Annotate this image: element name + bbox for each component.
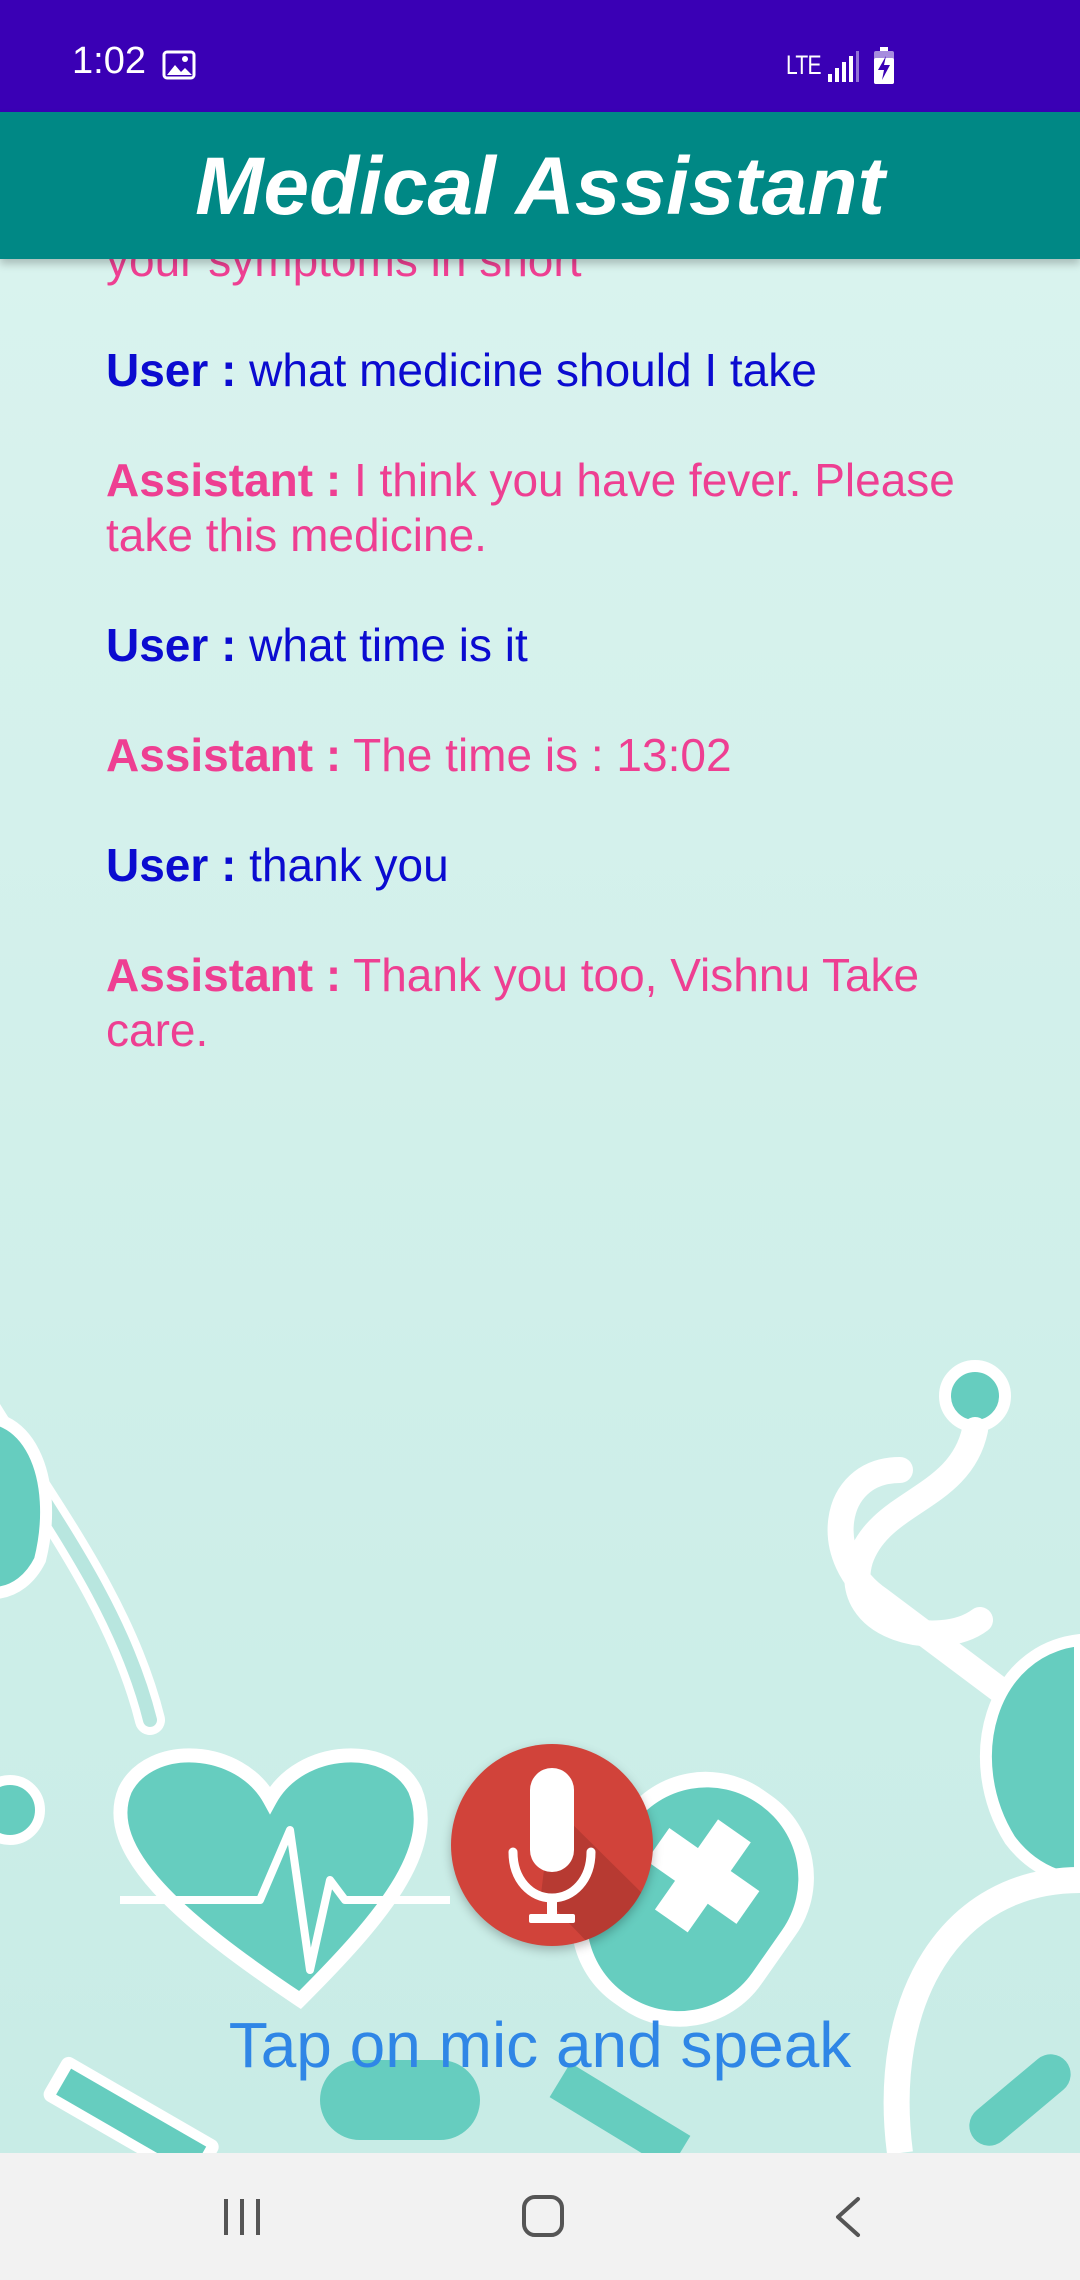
message-text: thank you <box>249 839 449 891</box>
mic-button[interactable] <box>451 1744 653 1946</box>
partial-message: your symptoms in short <box>106 259 582 286</box>
status-bar: 1:02 LTE <box>0 0 1080 112</box>
message-text: what medicine should I take <box>249 344 817 396</box>
message-user: User : what medicine should I take <box>106 343 986 398</box>
speaker-label: Assistant : <box>106 949 342 1001</box>
signal-icon <box>828 51 859 82</box>
status-time: 1:02 <box>72 40 146 82</box>
message-text: The time is : 13:02 <box>353 729 732 781</box>
message-assistant: Assistant : I think you have fever. Plea… <box>106 453 986 563</box>
recent-apps-button[interactable] <box>162 2153 322 2280</box>
recent-apps-icon <box>224 2199 260 2235</box>
speaker-label: Assistant : <box>106 454 342 506</box>
back-button[interactable] <box>766 2153 926 2280</box>
gallery-icon <box>162 50 196 80</box>
message-assistant: Assistant : Thank you too, Vishnu Take c… <box>106 948 986 1058</box>
navigation-bar <box>0 2153 1080 2280</box>
app-title: Medical Assistant <box>195 141 885 232</box>
message-user: User : thank you <box>106 838 986 893</box>
message-user: User : what time is it <box>106 618 986 673</box>
home-button[interactable] <box>464 2153 624 2280</box>
speaker-label: User : <box>106 619 237 671</box>
app-screen: 1:02 LTE Medical Assistant your symptoms… <box>0 0 1080 2280</box>
speaker-label: User : <box>106 839 237 891</box>
message-assistant: Assistant : The time is : 13:02 <box>106 728 986 783</box>
mic-hint: Tap on mic and speak <box>228 2009 852 2081</box>
speaker-label: Assistant : <box>106 729 342 781</box>
microphone-icon <box>508 1768 653 1946</box>
back-icon <box>836 2197 860 2237</box>
app-bar: Medical Assistant <box>0 112 1080 259</box>
network-type: LTE <box>786 50 821 80</box>
conversation-log[interactable]: your symptoms in short User : what medic… <box>106 259 986 1159</box>
speaker-label: User : <box>106 344 237 396</box>
home-icon <box>522 2195 564 2237</box>
battery-charging-icon <box>874 47 894 84</box>
message-text: what time is it <box>249 619 528 671</box>
